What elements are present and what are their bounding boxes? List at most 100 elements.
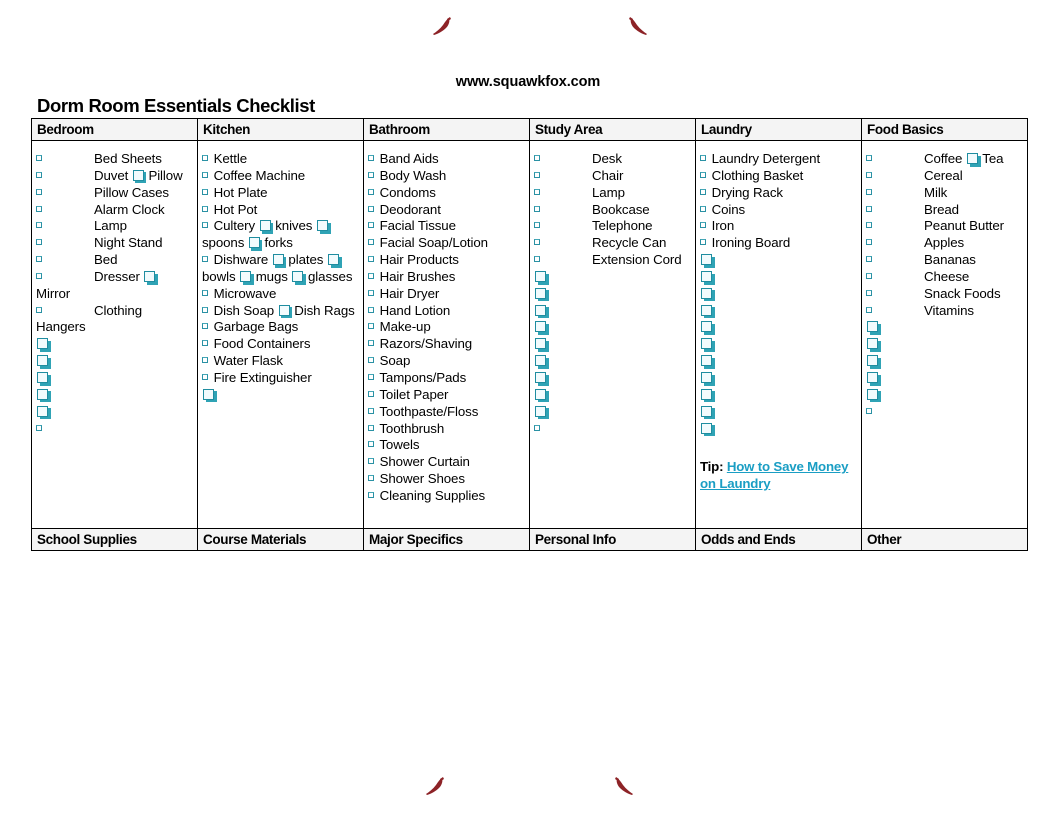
- bullet-checkbox-icon[interactable]: [866, 171, 872, 178]
- checkbox-icon[interactable]: [700, 286, 715, 303]
- blank-bullet-row[interactable]: [866, 404, 1023, 421]
- checkbox-icon[interactable]: [700, 404, 715, 421]
- list-item[interactable]: Desk: [534, 151, 691, 168]
- checkbox-icon[interactable]: [866, 353, 881, 370]
- list-item[interactable]: Milk: [866, 185, 1023, 202]
- list-item[interactable]: Garbage Bags: [202, 319, 359, 336]
- bullet-checkbox-icon[interactable]: [700, 171, 706, 178]
- blank-checkbox-row[interactable]: [700, 336, 857, 353]
- list-item[interactable]: Alarm Clock: [36, 202, 193, 219]
- bullet-checkbox-icon[interactable]: [36, 256, 42, 263]
- blank-checkbox-row[interactable]: [700, 286, 857, 303]
- bullet-checkbox-icon[interactable]: [700, 239, 706, 246]
- blank-checkbox-row[interactable]: [534, 404, 691, 421]
- list-item[interactable]: Chair: [534, 168, 691, 185]
- list-item[interactable]: Clothing Basket: [700, 168, 857, 185]
- list-item[interactable]: Telephone: [534, 218, 691, 235]
- bullet-checkbox-icon[interactable]: [368, 475, 374, 482]
- list-item[interactable]: Hair Brushes: [368, 269, 525, 286]
- blank-checkbox-row[interactable]: [36, 353, 193, 370]
- bullet-checkbox-icon[interactable]: [202, 323, 208, 330]
- bullet-checkbox-icon[interactable]: [368, 407, 374, 414]
- blank-checkbox-row[interactable]: [534, 387, 691, 404]
- bullet-checkbox-icon[interactable]: [36, 272, 42, 279]
- list-item[interactable]: Toothpaste/Floss: [368, 404, 525, 421]
- bullet-checkbox-icon[interactable]: [368, 272, 374, 279]
- checkbox-icon[interactable]: [202, 387, 217, 404]
- bullet-checkbox-icon[interactable]: [700, 188, 706, 195]
- checkbox-icon[interactable]: [866, 336, 881, 353]
- list-item[interactable]: Towels: [368, 437, 525, 454]
- list-item[interactable]: Coins: [700, 202, 857, 219]
- bullet-checkbox-icon[interactable]: [368, 171, 374, 178]
- checkbox-icon[interactable]: [36, 387, 51, 404]
- checkbox-icon[interactable]: [259, 218, 274, 235]
- bullet-checkbox-icon[interactable]: [866, 306, 872, 313]
- list-item[interactable]: Band Aids: [368, 151, 525, 168]
- list-item[interactable]: Lamp: [534, 185, 691, 202]
- list-item[interactable]: Shower Shoes: [368, 471, 525, 488]
- checkbox-icon[interactable]: [534, 286, 549, 303]
- bullet-checkbox-icon[interactable]: [202, 188, 208, 195]
- tip-link[interactable]: How to Save Money on Laundry: [700, 459, 848, 491]
- list-item[interactable]: Soap: [368, 353, 525, 370]
- list-item[interactable]: Bread: [866, 202, 1023, 219]
- list-item[interactable]: Toothbrush: [368, 421, 525, 438]
- blank-checkbox-row[interactable]: [534, 303, 691, 320]
- list-item[interactable]: Bed Sheets: [36, 151, 193, 168]
- list-item[interactable]: Dresser Mirror: [36, 269, 193, 303]
- bullet-checkbox-icon[interactable]: [534, 239, 540, 246]
- bullet-checkbox-icon[interactable]: [866, 407, 872, 414]
- checkbox-icon[interactable]: [700, 252, 715, 269]
- checkbox-icon[interactable]: [327, 252, 342, 269]
- checkbox-icon[interactable]: [700, 353, 715, 370]
- bullet-checkbox-icon[interactable]: [534, 155, 540, 161]
- bullet-checkbox-icon[interactable]: [534, 222, 540, 229]
- list-item[interactable]: Cultery knives spoons forks: [202, 218, 359, 252]
- checkbox-icon[interactable]: [700, 370, 715, 387]
- list-item[interactable]: Vitamins: [866, 303, 1023, 320]
- blank-checkbox-row[interactable]: [534, 353, 691, 370]
- bullet-checkbox-icon[interactable]: [700, 155, 706, 161]
- blank-checkbox-row[interactable]: [700, 421, 857, 438]
- list-item[interactable]: Razors/Shaving: [368, 336, 525, 353]
- checkbox-icon[interactable]: [248, 235, 263, 252]
- checkbox-icon[interactable]: [132, 168, 147, 185]
- list-item[interactable]: Hair Dryer: [368, 286, 525, 303]
- list-item[interactable]: Recycle Can: [534, 235, 691, 252]
- bullet-checkbox-icon[interactable]: [866, 289, 872, 296]
- checkbox-icon[interactable]: [36, 353, 51, 370]
- checkbox-icon[interactable]: [239, 269, 254, 286]
- blank-checkbox-row[interactable]: [534, 319, 691, 336]
- bullet-checkbox-icon[interactable]: [202, 256, 208, 263]
- bullet-checkbox-icon[interactable]: [368, 390, 374, 397]
- blank-checkbox-row[interactable]: [36, 336, 193, 353]
- checkbox-icon[interactable]: [278, 303, 293, 320]
- list-item[interactable]: Dishware plates bowls mugs glasses: [202, 252, 359, 286]
- bullet-checkbox-icon[interactable]: [866, 188, 872, 195]
- bullet-checkbox-icon[interactable]: [534, 256, 540, 263]
- checkbox-icon[interactable]: [36, 336, 51, 353]
- bullet-checkbox-icon[interactable]: [534, 205, 540, 212]
- checkbox-icon[interactable]: [143, 269, 159, 286]
- blank-checkbox-row[interactable]: [700, 353, 857, 370]
- bullet-checkbox-icon[interactable]: [202, 306, 208, 313]
- list-item[interactable]: Dish Soap Dish Rags: [202, 303, 359, 320]
- checkbox-icon[interactable]: [534, 387, 549, 404]
- list-item[interactable]: Water Flask: [202, 353, 359, 370]
- list-item[interactable]: Cheese: [866, 269, 1023, 286]
- list-item[interactable]: Apples: [866, 235, 1023, 252]
- list-item[interactable]: Hair Products: [368, 252, 525, 269]
- blank-checkbox-row[interactable]: [36, 370, 193, 387]
- list-item[interactable]: Night Stand: [36, 235, 193, 252]
- list-item[interactable]: Hot Pot: [202, 202, 359, 219]
- bullet-checkbox-icon[interactable]: [368, 323, 374, 330]
- checkbox-icon[interactable]: [291, 269, 307, 286]
- list-item[interactable]: Tampons/Pads: [368, 370, 525, 387]
- checkbox-icon[interactable]: [534, 370, 549, 387]
- list-item[interactable]: Hot Plate: [202, 185, 359, 202]
- list-item[interactable]: Toilet Paper: [368, 387, 525, 404]
- bullet-checkbox-icon[interactable]: [36, 239, 42, 246]
- checkbox-icon[interactable]: [272, 252, 287, 269]
- checkbox-icon[interactable]: [700, 336, 715, 353]
